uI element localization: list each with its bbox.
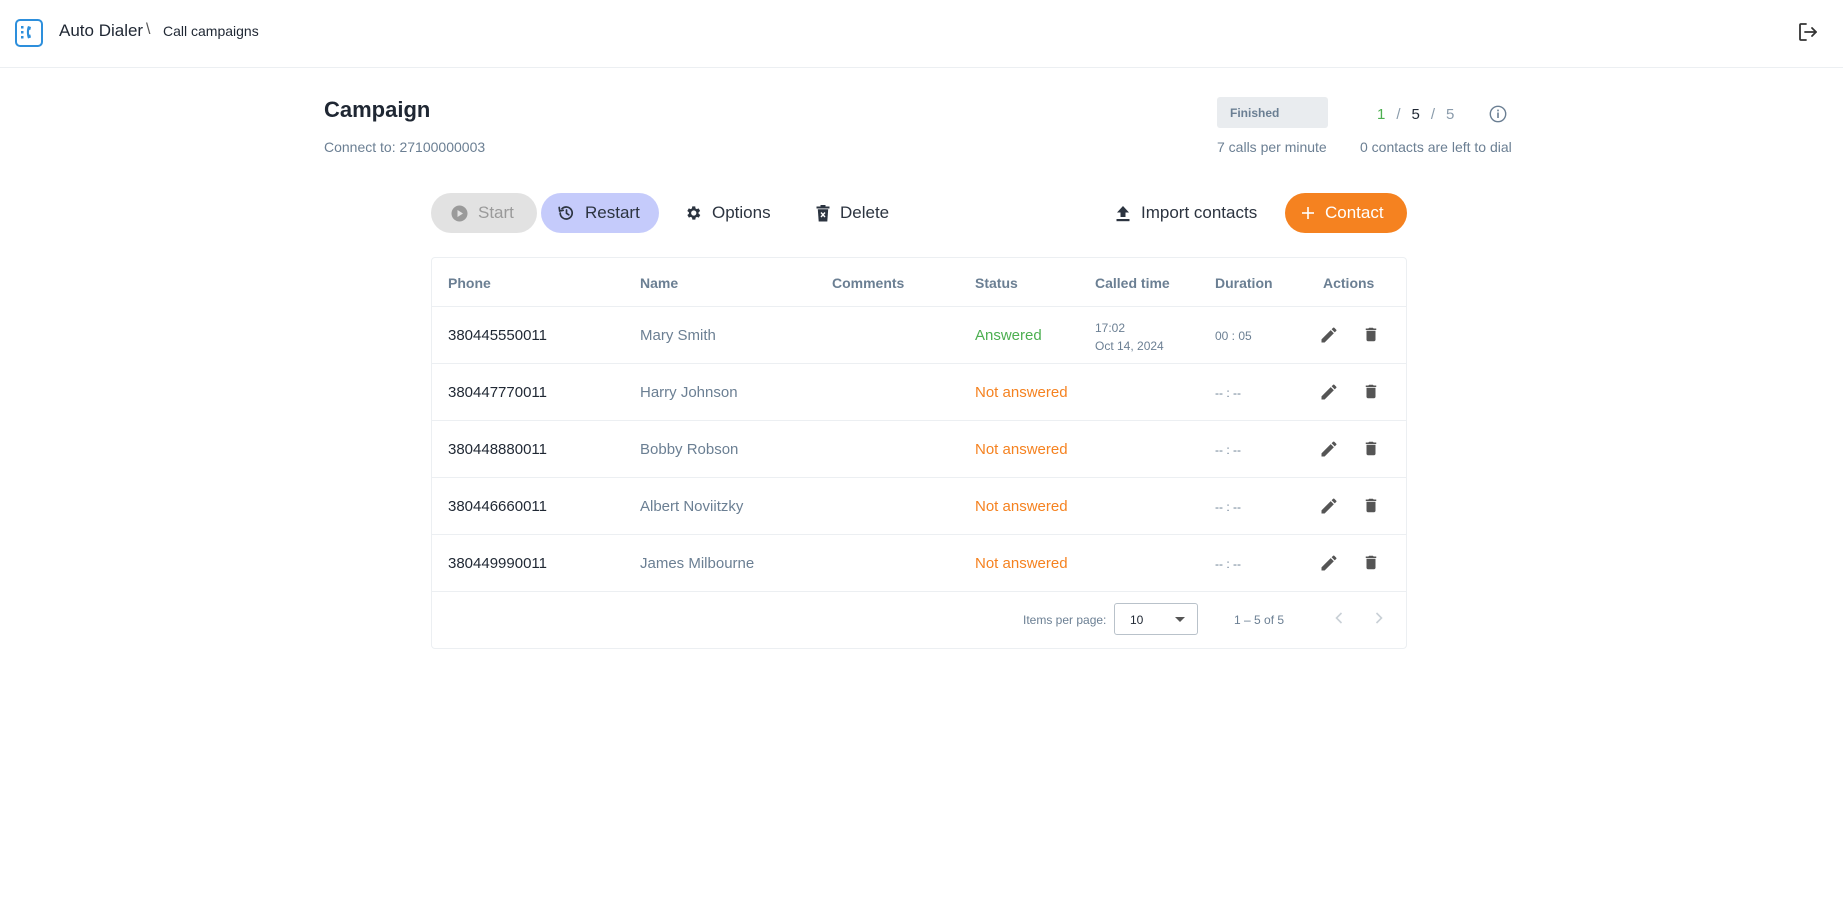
- table-row[interactable]: 380446660011 Albert Noviitzky Not answer…: [432, 478, 1406, 535]
- status-badge: Finished: [1217, 97, 1328, 128]
- name-cell: James Milbourne: [640, 555, 755, 572]
- delete-bin-icon: [816, 204, 830, 222]
- called-time-cell: 17:02 Oct 14, 2024: [1095, 319, 1164, 355]
- name-cell: Albert Noviitzky: [640, 498, 744, 515]
- upload-icon: [1115, 205, 1131, 222]
- phone-cell: 380449990011: [448, 555, 547, 572]
- items-per-page-value: 10: [1130, 613, 1144, 627]
- status-cell: Not answered: [975, 555, 1068, 572]
- counter-separator: /: [1430, 106, 1436, 123]
- duration-cell: -- : --: [1215, 557, 1241, 571]
- trash-icon[interactable]: [1362, 381, 1380, 407]
- name-cell: Harry Johnson: [640, 384, 738, 401]
- called-date: Oct 14, 2024: [1095, 339, 1164, 353]
- duration-cell: -- : --: [1215, 386, 1241, 400]
- called-time: 17:02: [1095, 321, 1126, 335]
- contacts-left-text: 0 contacts are left to dial: [1360, 139, 1512, 155]
- column-header-phone[interactable]: Phone: [448, 275, 491, 291]
- duration-cell: 00 : 05: [1215, 329, 1252, 343]
- duration-cell: -- : --: [1215, 443, 1241, 457]
- column-header-status[interactable]: Status: [975, 275, 1018, 291]
- trash-icon[interactable]: [1362, 495, 1380, 521]
- edit-pencil-icon[interactable]: [1319, 382, 1339, 407]
- table-row[interactable]: 380449990011 James Milbourne Not answere…: [432, 535, 1406, 592]
- edit-pencil-icon[interactable]: [1319, 439, 1339, 464]
- import-contacts-button[interactable]: Import contacts: [1103, 193, 1273, 233]
- logout-icon[interactable]: [1796, 20, 1820, 44]
- table-row[interactable]: 380448880011 Bobby Robson Not answered -…: [432, 421, 1406, 478]
- duration-cell: -- : --: [1215, 500, 1241, 514]
- column-header-name[interactable]: Name: [640, 275, 678, 291]
- delete-label: Delete: [840, 203, 890, 222]
- play-circle-icon: [451, 205, 468, 222]
- completed-count: 1: [1377, 106, 1386, 123]
- table-header: Phone Name Comments Status Called time D…: [432, 258, 1406, 307]
- status-cell: Not answered: [975, 384, 1068, 401]
- trash-icon[interactable]: [1362, 552, 1380, 578]
- name-cell: Bobby Robson: [640, 441, 739, 458]
- phone-logo-icon[interactable]: [15, 19, 43, 47]
- app-title[interactable]: Auto Dialer: [59, 21, 143, 41]
- options-label: Options: [712, 203, 771, 222]
- trash-icon[interactable]: [1362, 438, 1380, 464]
- table-row[interactable]: 380445550011 Mary Smith Answered 17:02 O…: [432, 307, 1406, 364]
- import-contacts-label: Import contacts: [1141, 203, 1258, 222]
- contacts-table: Phone Name Comments Status Called time D…: [431, 257, 1407, 649]
- trash-icon[interactable]: [1362, 324, 1380, 350]
- breadcrumb-call-campaigns[interactable]: Call campaigns: [163, 23, 259, 39]
- restart-label: Restart: [585, 203, 640, 222]
- calls-per-minute-text: 7 calls per minute: [1217, 139, 1327, 155]
- edit-pencil-icon[interactable]: [1319, 496, 1339, 521]
- phone-cell: 380447770011: [448, 384, 547, 401]
- total-count: 5: [1411, 106, 1420, 123]
- info-icon[interactable]: [1489, 105, 1507, 128]
- chevron-right-icon[interactable]: [1371, 610, 1387, 631]
- add-contact-button[interactable]: Contact: [1285, 193, 1407, 233]
- phone-cell: 380445550011: [448, 327, 547, 344]
- start-label: Start: [478, 203, 514, 222]
- column-header-duration[interactable]: Duration: [1215, 275, 1273, 291]
- connect-to-text: Connect to: 27100000003: [324, 139, 486, 155]
- status-cell: Not answered: [975, 498, 1068, 515]
- all-count: 5: [1446, 106, 1455, 123]
- column-header-actions: Actions: [1323, 275, 1375, 291]
- name-cell: Mary Smith: [640, 327, 716, 344]
- plus-icon: [1301, 206, 1315, 220]
- phone-cell: 380448880011: [448, 441, 547, 458]
- edit-pencil-icon[interactable]: [1319, 553, 1339, 578]
- chevron-left-icon[interactable]: [1331, 610, 1347, 631]
- restart-history-icon: [557, 204, 575, 222]
- campaign-counters: 1 / 5 / 5: [1377, 106, 1454, 123]
- start-button[interactable]: Start: [431, 193, 537, 233]
- top-bar: Auto Dialer \ Call campaigns: [0, 0, 1843, 68]
- breadcrumb-separator: \: [146, 21, 151, 38]
- items-per-page-select[interactable]: 10: [1114, 603, 1198, 635]
- status-cell: Answered: [975, 327, 1042, 344]
- phone-cell: 380446660011: [448, 498, 547, 515]
- table-row[interactable]: 380447770011 Harry Johnson Not answered …: [432, 364, 1406, 421]
- counter-separator: /: [1396, 106, 1401, 123]
- edit-pencil-icon[interactable]: [1319, 325, 1339, 350]
- add-contact-label: Contact: [1325, 203, 1384, 222]
- column-header-comments[interactable]: Comments: [832, 275, 904, 291]
- caret-down-icon: [1175, 617, 1185, 622]
- restart-button[interactable]: Restart: [541, 193, 659, 233]
- status-cell: Not answered: [975, 441, 1068, 458]
- column-header-called-time[interactable]: Called time: [1095, 275, 1170, 291]
- delete-campaign-button[interactable]: Delete: [806, 193, 906, 233]
- gear-icon: [684, 204, 702, 222]
- options-button[interactable]: Options: [670, 193, 780, 233]
- page-title: Campaign: [324, 97, 431, 122]
